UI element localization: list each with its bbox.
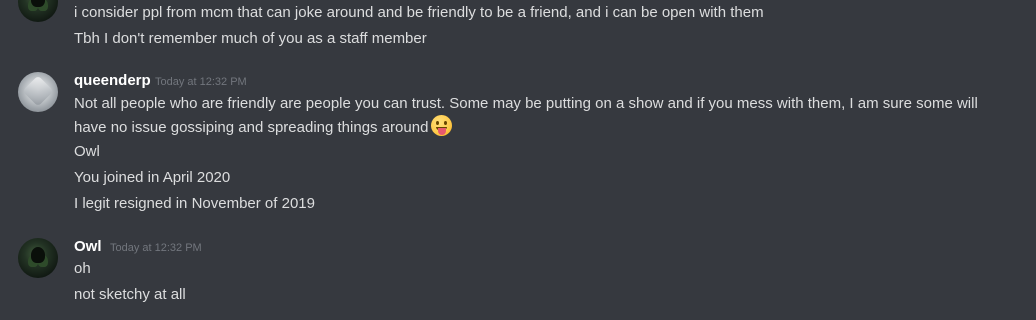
message-text: i consider ppl from mcm that can joke ar… xyxy=(74,4,764,21)
message-text: Owl xyxy=(74,143,100,160)
message-text: Tbh I don't remember much of you as a st… xyxy=(74,30,427,47)
queenderp-avatar[interactable] xyxy=(18,72,58,112)
username-queenderp[interactable]: queenderp xyxy=(74,71,151,91)
message-text-span: have no issue gossiping and spreading th… xyxy=(74,119,429,136)
chat-messages: i consider ppl from mcm that can joke ar… xyxy=(0,0,1036,320)
message-timestamp: Today at 12:32 PM xyxy=(155,76,247,88)
message-text: You joined in April 2020 xyxy=(74,169,231,186)
owl-avatar[interactable] xyxy=(18,238,58,278)
owl-avatar[interactable] xyxy=(18,0,58,22)
username-owl[interactable]: Owl xyxy=(74,237,102,257)
message-text: oh xyxy=(74,260,91,277)
stuck-out-tongue-emoji-icon xyxy=(431,115,453,136)
message-text: Not all people who are friendly are peop… xyxy=(74,95,978,112)
message-timestamp: Today at 12:32 PM xyxy=(110,242,202,254)
message-text: not sketchy at all xyxy=(74,286,186,303)
message-text: I legit resigned in November of 2019 xyxy=(74,195,315,212)
message-text: have no issue gossiping and spreading th… xyxy=(74,115,453,139)
